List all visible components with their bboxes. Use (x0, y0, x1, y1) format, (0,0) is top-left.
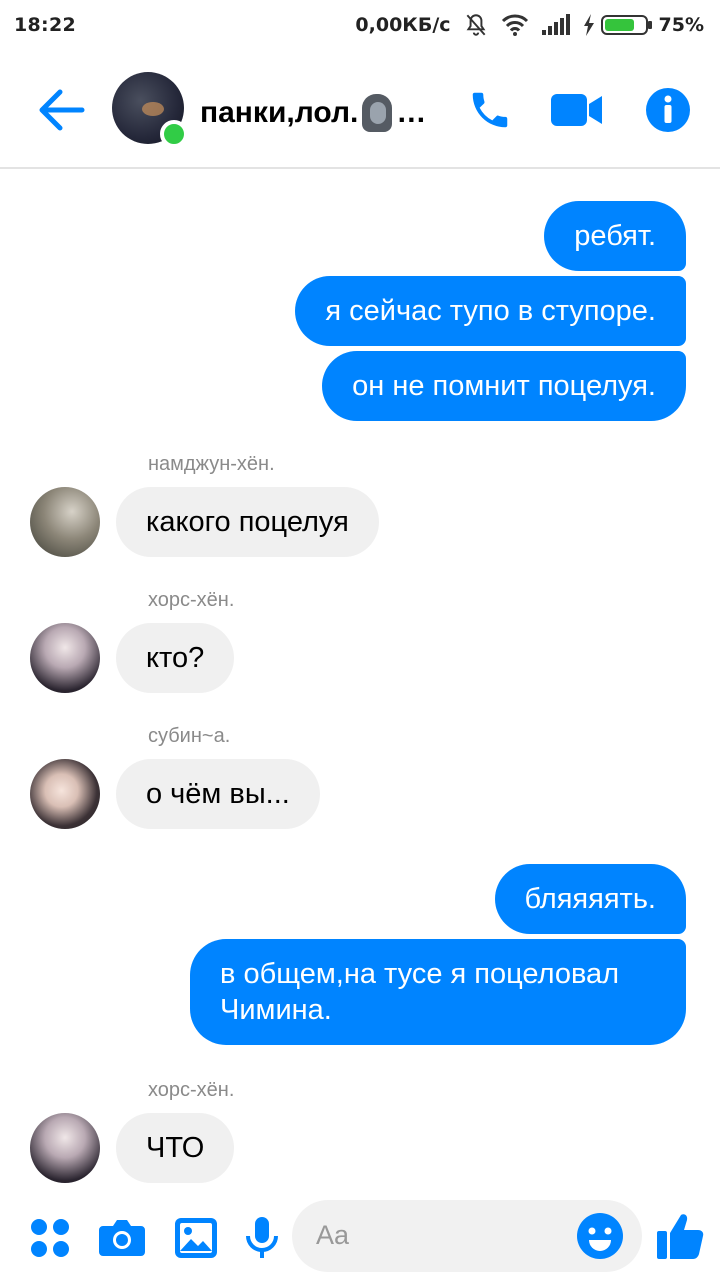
moai-emoji-icon (362, 94, 393, 132)
like-button[interactable] (654, 1210, 706, 1262)
arrow-left-icon (39, 89, 85, 131)
info-button[interactable] (644, 86, 692, 134)
call-button[interactable] (466, 86, 514, 134)
incoming-message[interactable]: о чём вы... (116, 759, 320, 829)
sender-name: субин~а. (148, 725, 231, 747)
outgoing-message[interactable]: в общем,на тусе я поцеловал Чимина. (190, 939, 686, 1045)
charging-icon (583, 14, 595, 36)
sender-name: намджун-хён. (148, 453, 275, 475)
phone-icon (472, 92, 508, 128)
sender-name: хорс-хён. (148, 1079, 235, 1101)
mute-icon (463, 12, 489, 38)
battery-icon (600, 14, 653, 36)
incoming-message[interactable]: ЧТО (116, 1113, 235, 1183)
outgoing-message[interactable]: ребят. (544, 201, 686, 271)
incoming-message[interactable]: какого поцелуя (116, 487, 379, 557)
emoji-button[interactable] (576, 1212, 624, 1260)
message-list[interactable]: ребят. я сейчас тупо в ступоре. он не по… (0, 170, 720, 1195)
conversation-header: панки,лол. … (0, 50, 720, 169)
conversation-title-text: панки,лол. (200, 96, 359, 129)
emoji-icon (577, 1213, 623, 1259)
battery-percent: 75% (658, 14, 704, 36)
gallery-icon (175, 1218, 217, 1258)
message-input[interactable]: Aa (292, 1200, 642, 1272)
group-avatar[interactable] (112, 72, 188, 148)
composer-bar: Aa (0, 1196, 720, 1280)
thumbs-up-icon (657, 1214, 704, 1259)
sender-avatar[interactable] (30, 1113, 100, 1183)
video-call-button[interactable] (550, 86, 604, 134)
incoming-message[interactable]: кто? (116, 623, 235, 693)
gallery-button[interactable] (172, 1214, 220, 1262)
camera-button[interactable] (98, 1214, 146, 1262)
apps-icon (31, 1219, 69, 1257)
apps-button[interactable] (26, 1214, 74, 1262)
wifi-icon (501, 14, 529, 36)
outgoing-message[interactable]: бляяяять. (494, 864, 686, 934)
status-time: 18:22 (14, 14, 76, 36)
microphone-icon (246, 1217, 278, 1258)
sender-avatar[interactable] (30, 759, 100, 829)
outgoing-message[interactable]: он не помнит поцелуя. (322, 351, 686, 421)
voice-button[interactable] (238, 1214, 286, 1262)
battery: 75% (583, 14, 704, 36)
status-right: 0,00КБ/с 75% (355, 12, 704, 38)
sender-avatar[interactable] (30, 623, 100, 693)
sender-avatar[interactable] (30, 487, 100, 557)
back-button[interactable] (36, 86, 88, 134)
conversation-title[interactable]: панки,лол. … (200, 94, 426, 132)
outgoing-message[interactable]: я сейчас тупо в ступоре. (295, 276, 686, 346)
camera-icon (99, 1220, 145, 1256)
network-speed: 0,00КБ/с (355, 14, 451, 36)
title-ellipsis: … (396, 96, 427, 129)
sender-name: хорс-хён. (148, 589, 235, 611)
message-input-placeholder: Aa (316, 1220, 350, 1250)
status-bar: 18:22 0,00КБ/с 75% (0, 0, 720, 50)
signal-icon (541, 14, 571, 36)
video-camera-icon (551, 94, 602, 126)
online-indicator (160, 120, 188, 148)
info-icon (646, 88, 690, 132)
